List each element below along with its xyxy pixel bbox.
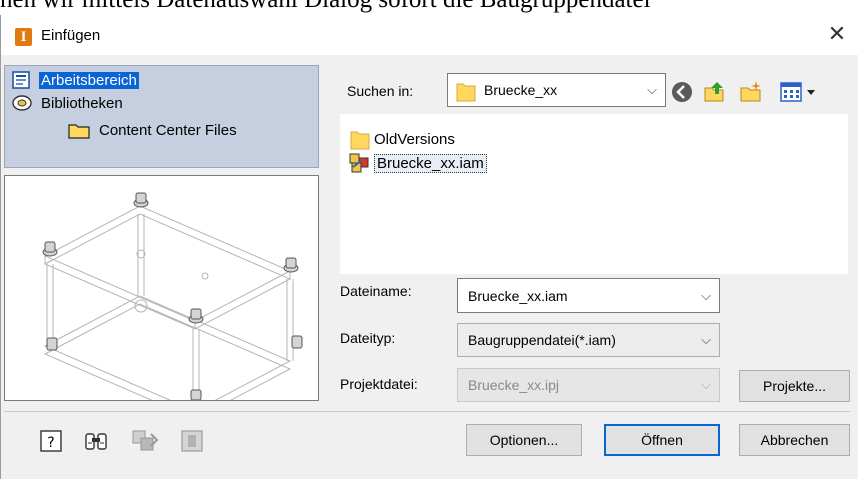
file-item-oldversions[interactable]: OldVersions: [350, 128, 455, 150]
background-text: hen wir mittels Datenauswahl Dialog sofo…: [0, 0, 858, 16]
folder-icon: [350, 131, 370, 150]
locations-panel: Arbeitsbereich Bibliotheken Content Cent…: [4, 65, 319, 168]
look-in-dropdown[interactable]: Bruecke_xx ⌵: [447, 73, 666, 107]
workspace-icon: [12, 71, 30, 89]
open-button[interactable]: Öffnen: [604, 424, 720, 456]
close-button[interactable]: ✕: [823, 21, 851, 49]
folder-icon: [456, 83, 476, 102]
chevron-down-icon: ⌵: [647, 82, 657, 97]
location-label: Content Center Files: [99, 121, 237, 139]
projects-button[interactable]: Projekte...: [739, 370, 850, 402]
view-menu-icon[interactable]: [779, 80, 819, 104]
project-label: Projektdatei:: [340, 376, 418, 392]
file-name: OldVersions: [374, 130, 455, 148]
title-bar: I Einfügen ✕: [1, 15, 858, 55]
disabled-icon: [181, 430, 203, 452]
assembly-preview-image: [42, 192, 303, 420]
location-arbeitsbereich[interactable]: Arbeitsbereich: [11, 70, 139, 90]
library-icon: [12, 95, 32, 111]
filetype-dropdown[interactable]: Baugruppendatei(*.iam) ⌵: [457, 323, 720, 357]
filename-value: Bruecke_xx.iam: [468, 287, 568, 304]
svg-text:?: ?: [47, 435, 54, 451]
folder-icon: [68, 124, 90, 139]
find-icon[interactable]: [83, 428, 109, 454]
chevron-down-icon: ⌵: [701, 377, 711, 392]
chevron-down-icon: ⌵: [701, 332, 711, 347]
project-value: Bruecke_xx.ipj: [468, 377, 560, 393]
dialog-title: Einfügen: [41, 27, 101, 44]
back-icon[interactable]: [670, 80, 694, 104]
options-button[interactable]: Optionen...: [466, 424, 582, 456]
assembly-file-icon: [349, 153, 369, 173]
file-item-bruecke-iam[interactable]: Bruecke_xx.iam: [348, 152, 487, 174]
insert-dialog: I Einfügen ✕ Arbeitsbereich Bibliotheken: [0, 15, 858, 479]
chevron-down-icon[interactable]: ⌵: [701, 288, 711, 304]
separator: [4, 411, 850, 412]
assembly-options-icon: [132, 430, 159, 451]
filetype-label: Dateityp:: [340, 330, 396, 346]
cancel-button[interactable]: Abbrechen: [739, 424, 850, 456]
location-content-center[interactable]: Content Center Files: [67, 120, 239, 140]
location-label: Arbeitsbereich: [39, 71, 139, 89]
up-folder-icon[interactable]: [703, 80, 727, 104]
project-dropdown: Bruecke_xx.ipj ⌵: [457, 368, 720, 402]
look-in-label: Suchen in:: [347, 83, 414, 99]
look-in-value: Bruecke_xx: [484, 82, 558, 98]
filename-input[interactable]: Bruecke_xx.iam ⌵: [457, 278, 720, 313]
file-list[interactable]: OldVersions Bruecke_xx.iam: [340, 114, 848, 274]
inventor-app-icon: I: [15, 28, 32, 46]
file-name: Bruecke_xx.iam: [374, 153, 487, 173]
location-bibliotheken[interactable]: Bibliotheken: [11, 93, 125, 113]
location-label: Bibliotheken: [41, 94, 123, 112]
filename-label: Dateiname:: [340, 283, 412, 299]
new-folder-icon[interactable]: [739, 80, 763, 104]
help-icon[interactable]: ?: [38, 428, 64, 454]
preview-pane: [4, 175, 319, 420]
filetype-value: Baugruppendatei(*.iam): [468, 332, 616, 348]
